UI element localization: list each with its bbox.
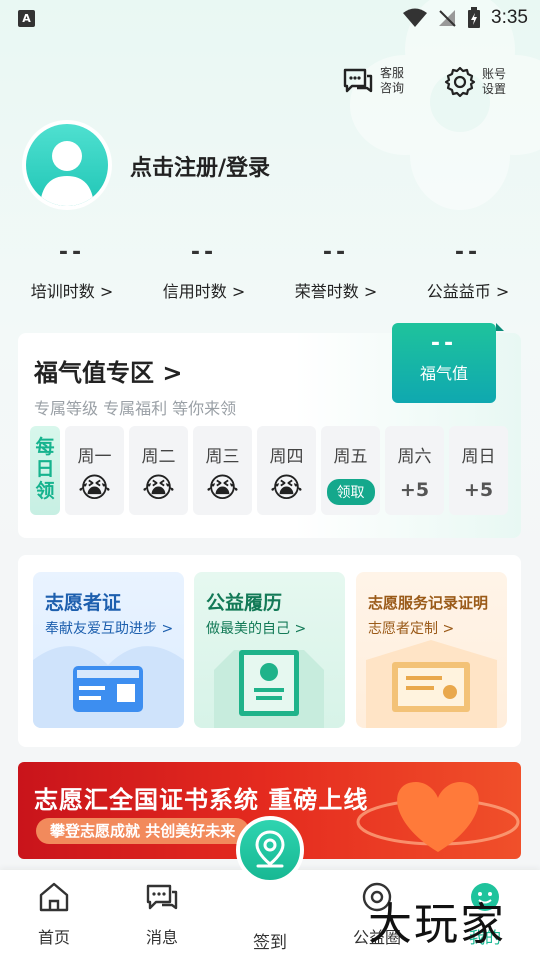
features-card: 志愿者证 奉献友爱互助进步 > 公益履历 做最美的自己 > 志愿服务记录证明 志… — [18, 555, 521, 747]
certificate-icon — [366, 640, 497, 728]
gear-icon — [444, 66, 476, 98]
crying-face-icon: 😭 — [270, 471, 303, 504]
crying-face-icon: 😭 — [206, 471, 239, 504]
chat-icon — [343, 68, 373, 93]
login-register-link[interactable]: 点击注册/登录 — [130, 150, 270, 182]
public-welfare-resume-tile[interactable]: 公益履历 做最美的自己 > — [194, 572, 345, 728]
status-indicator: A — [18, 10, 35, 27]
avatar[interactable] — [22, 120, 112, 210]
blessing-value-card: 福气值专区 > 专属等级 专属福利 等你来领 -- 福气值 每日领 周一 😭 周二… — [18, 323, 521, 538]
claim-button[interactable]: 领取 — [326, 479, 375, 505]
resume-icon — [214, 650, 324, 728]
customer-service-label: 客服 咨询 — [380, 66, 405, 95]
stat-credit-hours[interactable]: -- 信用时数 > — [139, 240, 269, 302]
stats-row: -- 培训时数 > -- 信用时数 > -- 荣誉时数 > -- 公益益币 > — [0, 240, 540, 302]
day-monday: 周一 😭 — [65, 426, 124, 515]
home-icon — [39, 882, 69, 912]
day-tuesday: 周二 😭 — [129, 426, 188, 515]
stat-honor-hours[interactable]: -- 荣誉时数 > — [271, 240, 401, 302]
crying-face-icon: 😭 — [78, 471, 111, 504]
id-card-icon — [33, 646, 184, 728]
volunteer-certificate-tile[interactable]: 志愿者证 奉献友爱互助进步 > — [33, 572, 184, 728]
wifi-icon — [403, 8, 428, 27]
background-flower-decoration — [350, 0, 540, 210]
tab-messages[interactable]: 消息 — [127, 880, 197, 948]
account-settings-button[interactable]: 账号 设置 — [444, 66, 510, 98]
crying-face-icon: 😭 — [142, 471, 175, 504]
account-settings-label: 账号 设置 — [482, 67, 507, 96]
day-friday: 周五 领取 — [321, 426, 380, 515]
banner-subtitle: 攀登志愿成就 共创美好未来 — [36, 818, 250, 844]
battery-icon — [468, 7, 481, 28]
tab-home[interactable]: 首页 — [19, 880, 89, 948]
banner-title: 志愿汇全国证书系统 重磅上线 — [34, 786, 369, 814]
watermark-text: 大玩家 — [368, 899, 506, 950]
blessing-subtitle: 专属等级 专属福利 等你来领 — [34, 399, 237, 418]
daily-rewards-row: 每日领 周一 😭 周二 😭 周三 😭 周四 😭 周五 领取 周六 +5 周日 +5 — [30, 426, 508, 515]
heart-illustration — [356, 782, 520, 852]
day-wednesday: 周三 😭 — [193, 426, 252, 515]
stat-public-coins[interactable]: -- 公益益币 > — [403, 240, 533, 302]
service-record-certificate-tile[interactable]: 志愿服务记录证明 志愿者定制 > — [356, 572, 507, 728]
message-icon — [146, 884, 178, 910]
no-signal-icon — [439, 10, 456, 27]
day-thursday: 周四 😭 — [257, 426, 316, 515]
daily-tag: 每日领 — [30, 426, 60, 515]
checkin-button[interactable] — [236, 816, 304, 884]
status-bar: A 3:35 — [0, 0, 540, 36]
customer-service-button[interactable]: 客服 咨询 — [342, 66, 408, 96]
day-saturday: 周六 +5 — [385, 426, 444, 515]
day-sunday: 周日 +5 — [449, 426, 508, 515]
stat-training-hours[interactable]: -- 培训时数 > — [7, 240, 137, 302]
location-pin-icon — [255, 830, 285, 868]
status-time: 3:35 — [491, 7, 528, 28]
default-user-icon — [40, 141, 94, 206]
blessing-title-link[interactable]: 福气值专区 > — [34, 353, 182, 388]
blessing-value-badge[interactable]: -- 福气值 — [392, 323, 504, 403]
checkin-label: 签到 — [253, 933, 287, 953]
